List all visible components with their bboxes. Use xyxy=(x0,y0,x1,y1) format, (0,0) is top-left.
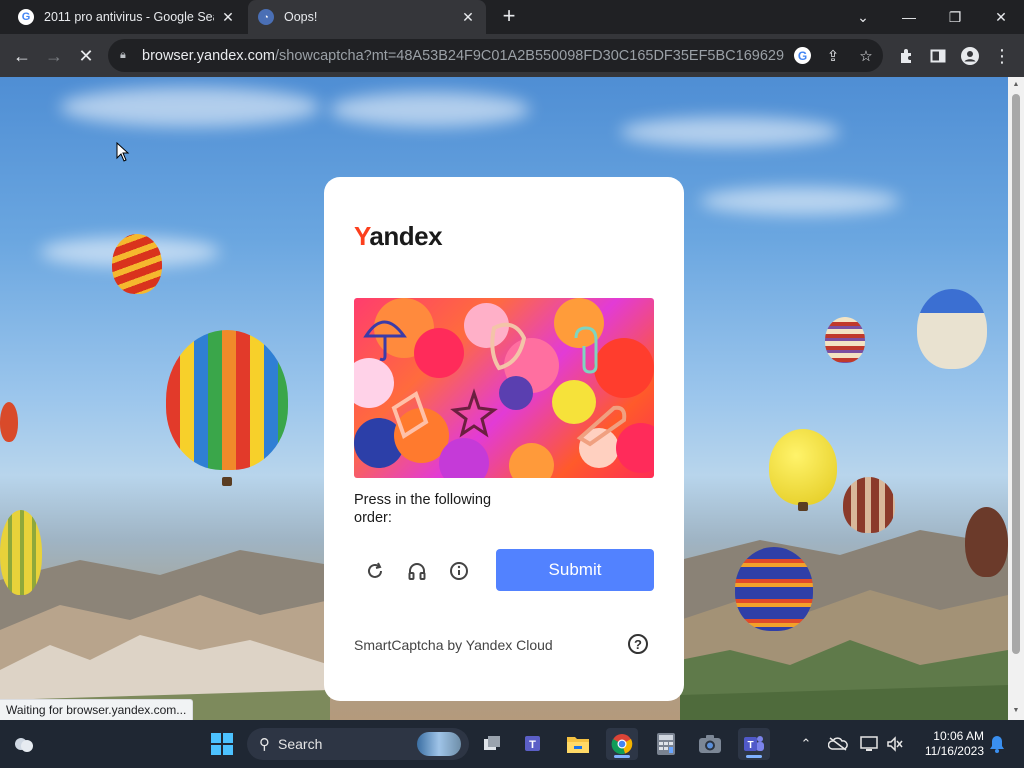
new-tab-button[interactable]: + xyxy=(498,5,520,28)
cloud xyxy=(620,117,840,147)
share-icon[interactable]: ⇪ xyxy=(823,46,843,66)
info-icon[interactable] xyxy=(448,560,470,582)
task-view-icon[interactable] xyxy=(476,728,508,760)
hot-air-balloon xyxy=(917,289,987,369)
stop-loading-button[interactable]: ✕ xyxy=(72,42,100,70)
page-scrollbar[interactable]: ▲ ▼ xyxy=(1008,77,1024,720)
tab-title: 2011 pro antivirus - Google Search xyxy=(44,10,214,24)
camera-icon[interactable] xyxy=(694,728,726,760)
google-lens-icon[interactable]: G xyxy=(794,47,811,64)
side-panel-icon[interactable] xyxy=(924,42,952,70)
tab-title: Oops! xyxy=(284,10,318,24)
captcha-footer: SmartCaptcha by Yandex Cloud xyxy=(354,637,553,653)
hot-air-balloon xyxy=(735,547,813,631)
submit-button[interactable]: Submit xyxy=(496,549,654,591)
active-indicator xyxy=(746,755,762,758)
network-icon[interactable] xyxy=(858,720,880,768)
loading-icon: ◔ xyxy=(258,9,274,25)
active-indicator xyxy=(614,755,630,758)
cloud xyxy=(60,87,320,127)
hot-air-balloon xyxy=(112,234,162,294)
close-icon[interactable]: ✕ xyxy=(220,9,236,25)
svg-text:T: T xyxy=(747,740,753,751)
tab-search-chevron-icon[interactable]: ⌄ xyxy=(840,0,886,34)
hot-air-balloon xyxy=(166,330,288,470)
lock-icon[interactable]: 🔒︎ xyxy=(120,49,134,62)
yandex-logo: Yandex xyxy=(354,221,443,251)
balloon-basket xyxy=(222,477,232,486)
svg-text:T: T xyxy=(529,739,536,751)
teams-icon[interactable]: T xyxy=(738,728,770,760)
taskbar-search-label: Search xyxy=(278,736,323,752)
refresh-icon[interactable] xyxy=(364,560,386,582)
minimize-button[interactable]: — xyxy=(886,0,932,34)
headphones-audio-icon[interactable] xyxy=(406,560,428,582)
tab-oops[interactable]: ◔ Oops! ✕ xyxy=(248,0,486,34)
help-icon[interactable]: ? xyxy=(628,634,648,654)
mouse-cursor-icon xyxy=(116,142,130,162)
scroll-up-icon[interactable]: ▲ xyxy=(1012,81,1020,89)
onedrive-offline-icon[interactable] xyxy=(826,720,850,768)
captcha-image[interactable] xyxy=(354,298,654,478)
balloon-basket xyxy=(798,502,808,511)
profile-icon[interactable] xyxy=(956,42,984,70)
teams-chat-icon[interactable]: T xyxy=(518,728,550,760)
tab-google-search[interactable]: G 2011 pro antivirus - Google Search ✕ xyxy=(8,0,246,34)
browser-toolbar: ← → ✕ 🔒︎ browser.yandex.com/showcaptcha?… xyxy=(0,34,1024,77)
cloud xyxy=(700,187,900,215)
hot-air-balloon xyxy=(0,402,18,442)
address-bar[interactable]: 🔒︎ browser.yandex.com/showcaptcha?mt=48A… xyxy=(108,39,883,72)
taskbar-search[interactable]: ⚲ Search xyxy=(247,728,469,760)
extensions-icon[interactable] xyxy=(892,42,920,70)
back-button[interactable]: ← xyxy=(8,42,36,70)
url-text[interactable]: browser.yandex.com/showcaptcha?mt=48A53B… xyxy=(142,48,784,64)
search-highlight-image xyxy=(417,732,461,756)
forward-button[interactable]: → xyxy=(40,42,68,70)
tab-strip: G 2011 pro antivirus - Google Search ✕ ◔… xyxy=(0,0,1024,34)
weather-icon[interactable] xyxy=(8,728,40,760)
hot-air-balloon xyxy=(0,510,42,595)
hot-air-balloon xyxy=(843,477,895,533)
start-windows-icon[interactable] xyxy=(206,728,238,760)
google-icon: G xyxy=(18,9,34,25)
captcha-symbols xyxy=(363,320,627,447)
chrome-taskbar-icon[interactable] xyxy=(606,728,638,760)
volume-muted-icon[interactable] xyxy=(884,720,906,768)
cloud xyxy=(330,92,530,127)
file-explorer-icon[interactable] xyxy=(562,728,594,760)
hot-air-balloon xyxy=(965,507,1008,577)
captcha-card: Yandex Press in the following order: Sub… xyxy=(324,177,684,701)
restore-button[interactable]: ❐ xyxy=(932,0,978,34)
scroll-down-icon[interactable]: ▼ xyxy=(1012,707,1020,715)
calculator-icon[interactable] xyxy=(650,728,682,760)
windows-taskbar: ⚲ Search T T ⌃ 10:06 AM 11/16/2023 xyxy=(0,720,1024,768)
close-icon[interactable]: ✕ xyxy=(460,9,476,25)
hot-air-balloon xyxy=(825,317,865,363)
bookmark-star-icon[interactable]: ☆ xyxy=(856,46,876,66)
clock-time: 10:06 AM xyxy=(933,729,984,743)
captcha-instruction: Press in the following order: xyxy=(354,492,492,526)
clock-date: 11/16/2023 xyxy=(924,744,984,758)
hot-air-balloon xyxy=(769,429,837,505)
loading-status: Waiting for browser.yandex.com... xyxy=(0,699,194,720)
show-hidden-icons-chevron-icon[interactable]: ⌃ xyxy=(796,720,816,768)
taskbar-clock[interactable]: 10:06 AM 11/16/2023 xyxy=(914,729,984,759)
close-window-button[interactable]: ✕ xyxy=(978,0,1024,34)
notification-bell-icon[interactable] xyxy=(986,720,1008,768)
scrollbar-thumb[interactable] xyxy=(1012,94,1020,654)
menu-kebab-icon[interactable]: ⋮ xyxy=(988,42,1016,70)
search-icon: ⚲ xyxy=(259,736,270,753)
